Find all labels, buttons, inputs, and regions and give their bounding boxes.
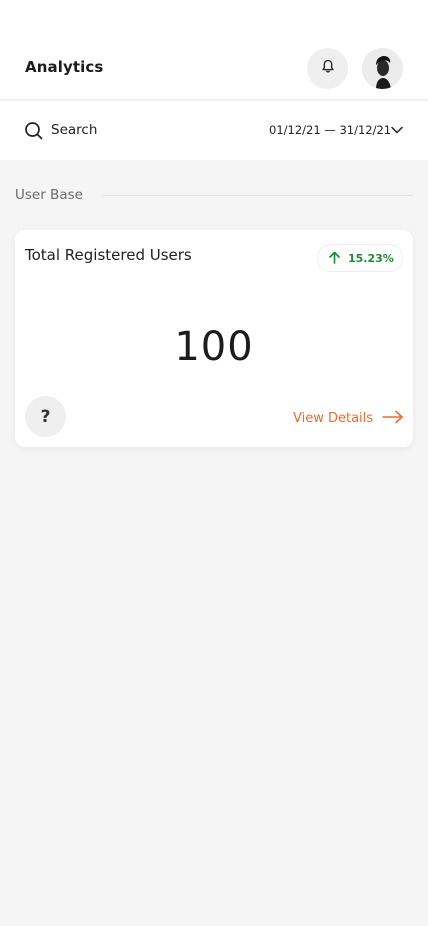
help-button[interactable]: ? [25, 396, 66, 437]
search-icon[interactable] [24, 121, 44, 141]
registered-users-card: Total Registered Users 15.23% 100 ? View… [15, 230, 413, 447]
total-users-value: 100 [174, 324, 254, 370]
date-range-selector[interactable]: 01/12/21 — 31/12/21 [269, 123, 391, 137]
trend-percentage: 15.23% [348, 251, 394, 265]
page-title: Analytics [25, 58, 104, 76]
search-input[interactable]: Search [51, 122, 97, 138]
arrow-up-icon [328, 249, 341, 268]
app-header: Analytics [0, 0, 428, 100]
notifications-button[interactable] [307, 48, 348, 89]
search-bar: Search 01/12/21 — 31/12/21 [0, 101, 428, 160]
view-details-label: View Details [293, 410, 374, 426]
view-details-link[interactable]: View Details [293, 408, 404, 428]
trend-badge: 15.23% [317, 244, 403, 272]
card-title: Total Registered Users [25, 246, 192, 264]
arrow-right-icon [382, 409, 404, 428]
section-title: User Base [15, 187, 83, 203]
avatar[interactable] [362, 48, 403, 89]
chevron-down-icon[interactable] [389, 122, 405, 138]
user-base-section-header: User Base [15, 186, 413, 206]
section-divider [103, 195, 413, 196]
bell-icon [321, 59, 335, 78]
